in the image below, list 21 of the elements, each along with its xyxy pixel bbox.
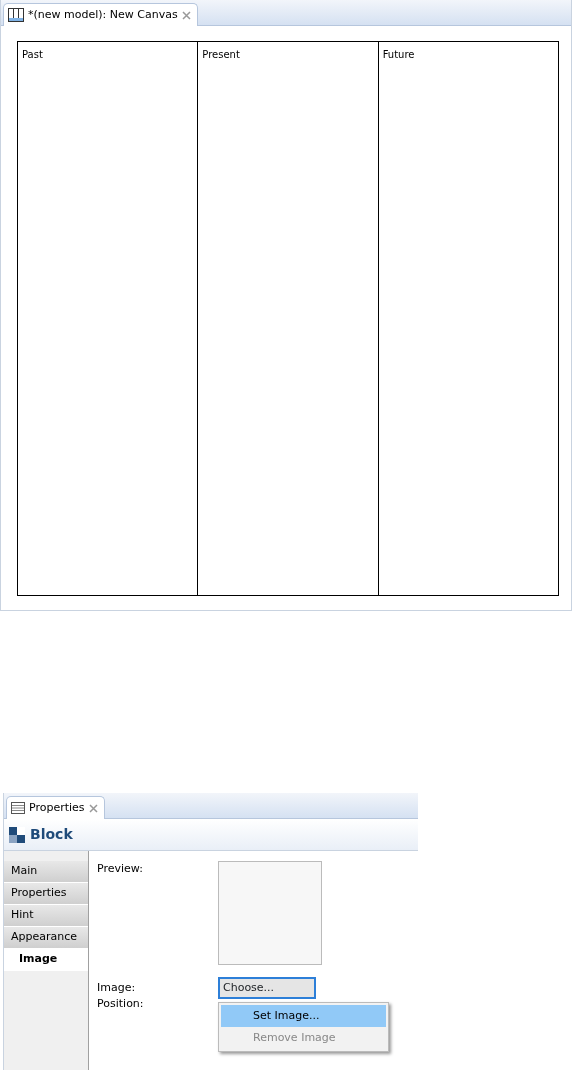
block-icon	[9, 826, 25, 843]
field-label: Position:	[97, 996, 145, 1012]
field-label: Preview:	[97, 861, 144, 877]
close-icon	[88, 803, 98, 813]
canvas-icon	[8, 8, 24, 22]
column-header: Future	[381, 48, 416, 62]
section-tab[interactable]: Main	[4, 861, 88, 883]
menu-item[interactable]: Set Image...	[221, 1005, 386, 1027]
properties-tab[interactable]: Properties	[6, 796, 105, 819]
section-tab[interactable]: Hint	[4, 905, 88, 927]
section-tab[interactable]: Properties	[4, 883, 88, 905]
section-tab[interactable]: Image	[4, 949, 88, 971]
close-icon	[181, 10, 191, 20]
choose-button[interactable]: Choose...	[218, 977, 316, 999]
header-title: Block	[30, 825, 73, 844]
list-icon	[11, 802, 25, 814]
column-header: Present	[198, 42, 379, 595]
section-tab[interactable]: Appearance	[4, 927, 88, 949]
column-header: Past	[18, 42, 199, 595]
field-label: Image:	[97, 979, 137, 996]
editor-tab[interactable]: *(new model): New Canvas	[3, 3, 198, 26]
